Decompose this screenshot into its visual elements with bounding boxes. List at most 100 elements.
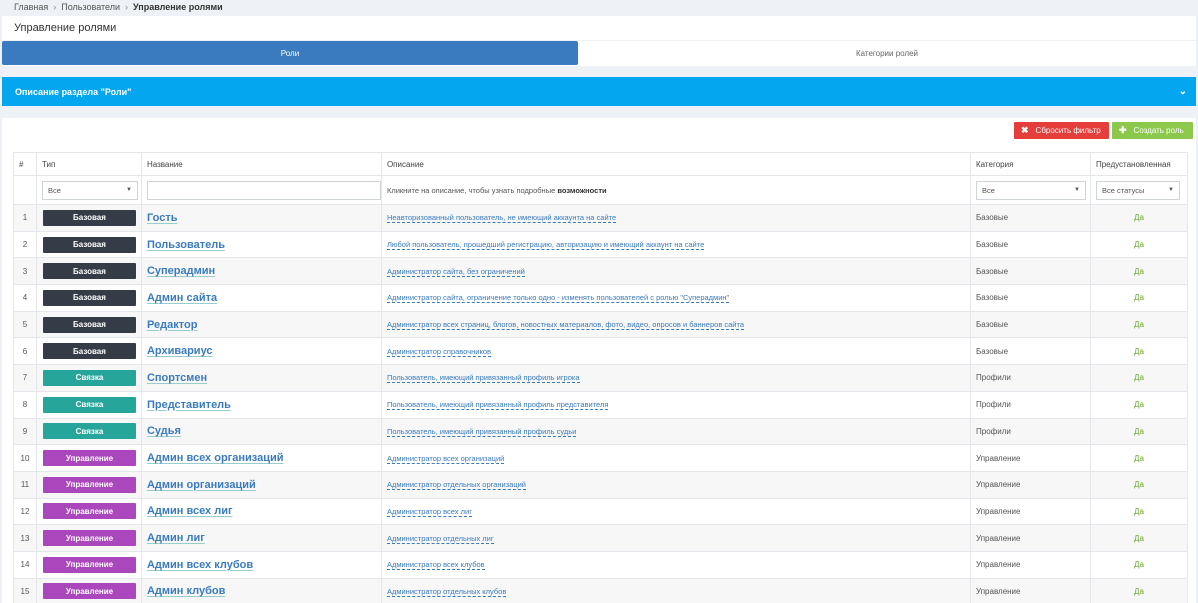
tab-role-categories[interactable]: Категории ролей [578, 41, 1196, 65]
col-header-type[interactable]: Тип [35, 152, 142, 176]
type-badge: Связка [42, 369, 136, 386]
type-badge: Базовая [42, 343, 136, 360]
role-description-link[interactable]: Администратор сайта, без ограничений [386, 266, 525, 277]
type-badge: Управление [42, 503, 136, 520]
page-title-bar: Управление ролями [2, 16, 1196, 40]
reset-filter-button[interactable]: ✖ Сбросить фильтр [1014, 122, 1109, 139]
role-description-link[interactable]: Неавторизованный пользователь, не имеющи… [386, 213, 617, 224]
row-type-cell: Управление [35, 444, 142, 472]
filter-cell-desc: Кликните на описание, чтобы узнать подро… [380, 175, 972, 205]
row-preset: Да [1089, 310, 1189, 339]
category-filter-select[interactable]: Все ▼ [976, 180, 1086, 200]
row-desc-cell: Пользователь, имеющий привязанный профил… [380, 417, 972, 446]
table-row: 6 Базовая Архивариус Администратор справочн… [13, 337, 1189, 366]
table-row: 2 Базовая Пользователь Любой пользователь, … [13, 230, 1189, 259]
col-header-preset[interactable]: Предустановленная [1089, 152, 1189, 176]
type-badge: Управление [42, 556, 136, 573]
row-preset: Да [1089, 204, 1189, 232]
table-row: 1 Базовая Гость Неавторизованный пользовате… [13, 204, 1189, 232]
table-row: 8 Связка Представитель Пользователь, имеющи… [13, 390, 1189, 419]
table-row: 7 Связка Спортсмен Пользователь, имеющий пр… [13, 364, 1189, 392]
role-name-link[interactable]: Админ клубов [147, 585, 225, 597]
type-badge: Базовая [42, 289, 136, 306]
row-type-cell: Базовая [35, 337, 142, 366]
breadcrumb-users[interactable]: Пользователи [61, 2, 120, 12]
role-description-link[interactable]: Администратор всех лиг [386, 506, 472, 517]
info-panel-header[interactable]: Описание раздела "Роли" ⌄ [2, 77, 1196, 106]
role-description-link[interactable]: Администратор справочников [386, 346, 491, 357]
role-name-link[interactable]: Суперадмин [147, 265, 215, 277]
type-filter-value: Все [47, 185, 61, 195]
row-name-cell: Архивариус [140, 337, 382, 366]
row-category: Управление [970, 444, 1091, 472]
role-name-link[interactable]: Гость [147, 212, 178, 224]
breadcrumb-home[interactable]: Главная [14, 2, 48, 12]
row-num: 8 [13, 390, 37, 419]
role-name-link[interactable]: Админ организаций [147, 479, 256, 491]
row-preset: Да [1089, 337, 1189, 366]
role-name-link[interactable]: Админ всех клубов [147, 559, 253, 571]
reset-filter-label: Сбросить фильтр [1035, 126, 1101, 135]
role-description-link[interactable]: Любой пользователь, прошедший регистраци… [386, 240, 705, 251]
role-name-link[interactable]: Судья [147, 425, 181, 437]
row-num: 9 [13, 417, 37, 446]
row-preset: Да [1089, 470, 1189, 499]
role-name-link[interactable]: Представитель [147, 399, 231, 411]
table-row: 13 Управление Админ лиг Администратор отдел… [13, 524, 1189, 552]
role-description-link[interactable]: Пользователь, имеющий привязанный профил… [386, 373, 580, 384]
role-name-link[interactable]: Админ сайта [147, 292, 217, 304]
preset-filter-select[interactable]: Все статусы ▼ [1095, 180, 1180, 200]
role-name-link[interactable]: Админ лиг [147, 532, 205, 544]
filter-cell-name [140, 175, 382, 205]
table-row: 12 Управление Админ всех лиг Администратор … [13, 497, 1189, 526]
role-name-link[interactable]: Спортсмен [147, 372, 207, 384]
table-row: 5 Базовая Редактор Администратор всех стран… [13, 310, 1189, 339]
row-preset: Да [1089, 230, 1189, 259]
row-type-cell: Связка [35, 417, 142, 446]
role-name-link[interactable]: Пользователь [147, 239, 225, 251]
row-name-cell: Админ всех организаций [140, 444, 382, 472]
type-badge: Базовая [42, 263, 136, 280]
table-row: 10 Управление Админ всех организаций Админи… [13, 444, 1189, 472]
col-header-num[interactable]: # [13, 152, 37, 176]
role-description-link[interactable]: Администратор сайта, ограничение только … [386, 293, 730, 304]
role-name-link[interactable]: Админ всех лиг [147, 505, 233, 517]
role-name-link[interactable]: Архивариус [147, 345, 213, 357]
role-description-link[interactable]: Пользователь, имеющий привязанный профил… [386, 400, 609, 411]
row-type-cell: Связка [35, 364, 142, 392]
row-category: Управление [970, 577, 1091, 603]
row-name-cell: Пользователь [140, 230, 382, 259]
chevron-right-icon: › [125, 2, 129, 12]
role-name-link[interactable]: Редактор [147, 319, 197, 331]
filter-cell-preset: Все статусы ▼ [1089, 175, 1189, 205]
role-description-link[interactable]: Администратор отдельных клубов [386, 586, 507, 597]
chevron-down-icon[interactable]: ⌄ [1179, 86, 1187, 97]
row-type-cell: Управление [35, 550, 142, 579]
tabs: Роли Категории ролей [2, 41, 1196, 66]
col-header-name[interactable]: Название [140, 152, 382, 176]
role-description-link[interactable]: Администратор отдельных лиг [386, 533, 494, 544]
col-header-desc[interactable]: Описание [380, 152, 972, 176]
row-type-cell: Базовая [35, 284, 142, 312]
type-badge: Базовая [42, 209, 136, 226]
role-description-link[interactable]: Администратор всех клубов [386, 560, 485, 571]
row-desc-cell: Администратор всех клубов [380, 550, 972, 579]
caret-down-icon: ▼ [126, 187, 132, 193]
role-description-link[interactable]: Администратор всех организаций [386, 453, 505, 464]
name-filter-input[interactable] [146, 180, 381, 200]
filter-cell-type: Все ▼ [35, 175, 142, 205]
plus-icon: ✚ [1119, 125, 1127, 135]
type-filter-select[interactable]: Все ▼ [41, 180, 138, 200]
row-category: Базовые [970, 284, 1091, 312]
create-role-button[interactable]: ✚ Создать роль [1112, 122, 1193, 139]
role-description-link[interactable]: Администратор всех страниц, блогов, ново… [386, 320, 745, 331]
tab-roles[interactable]: Роли [2, 41, 578, 65]
role-name-link[interactable]: Админ всех организаций [147, 452, 284, 464]
row-category: Базовые [970, 204, 1091, 232]
role-description-link[interactable]: Администратор отдельных организаций [386, 480, 526, 491]
row-category: Базовые [970, 337, 1091, 366]
role-description-link[interactable]: Пользователь, имеющий привязанный профил… [386, 426, 577, 437]
row-preset: Да [1089, 284, 1189, 312]
row-desc-cell: Администратор отдельных лиг [380, 524, 972, 552]
col-header-category[interactable]: Категория [970, 152, 1091, 176]
